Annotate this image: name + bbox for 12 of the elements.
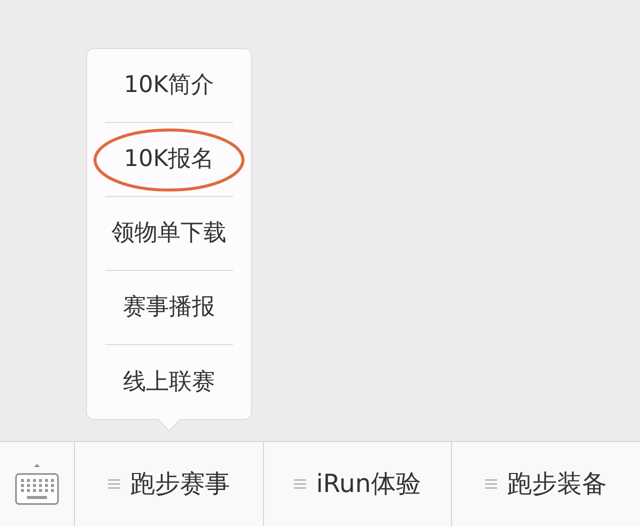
submenu-item[interactable]: 10K简介	[105, 49, 233, 123]
menu-tab[interactable]: 跑步装备	[452, 442, 640, 526]
submenu-item[interactable]: 线上联赛	[105, 345, 233, 419]
menu-tab[interactable]: iRun体验	[264, 442, 452, 526]
submenu-item[interactable]: 领物单下载	[105, 197, 233, 271]
submenu-item[interactable]: 10K报名	[105, 123, 233, 197]
menu-lines-icon	[485, 478, 498, 490]
menu-tab[interactable]: 跑步赛事	[75, 442, 264, 526]
menu-lines-icon	[108, 478, 120, 490]
keyboard-icon	[14, 462, 60, 506]
menu-lines-icon	[294, 478, 306, 490]
submenu-item[interactable]: 赛事播报	[105, 271, 233, 345]
